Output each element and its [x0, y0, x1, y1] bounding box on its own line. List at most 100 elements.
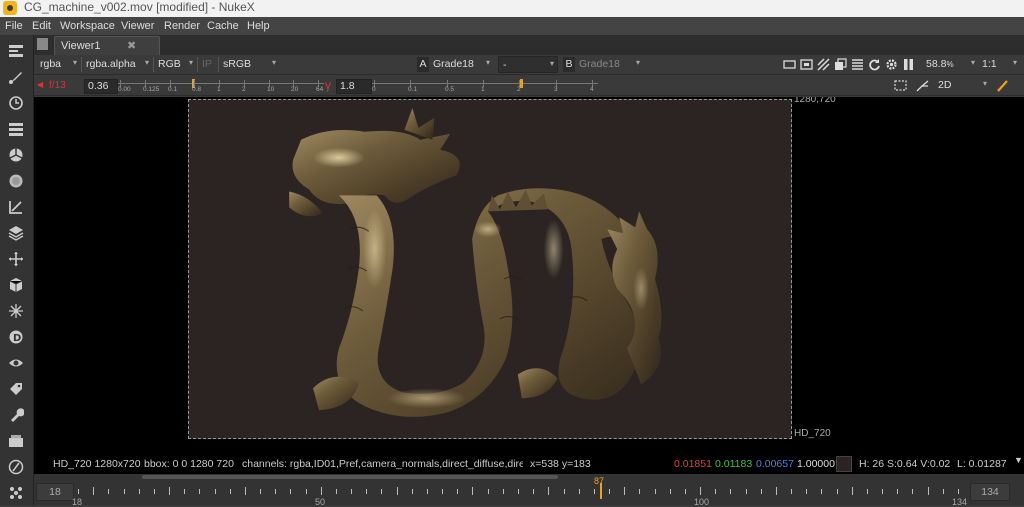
- color-wheel-icon[interactable]: [6, 145, 26, 165]
- menu-edit[interactable]: Edit: [32, 20, 51, 32]
- b-input-dropdown[interactable]: Grade18 ▾: [575, 56, 643, 73]
- alpha-channel-dropdown[interactable]: rgba.alpha ▾: [82, 56, 152, 73]
- timeline-tick: [609, 489, 610, 494]
- current-frame-label: 87: [594, 476, 605, 486]
- alpha-value: 1.00000: [797, 458, 835, 470]
- timeline-tick: [472, 487, 473, 495]
- channels-value: rgba: [40, 58, 62, 70]
- close-tab-icon[interactable]: ✖: [127, 39, 136, 52]
- metadata-tag-icon[interactable]: [6, 379, 26, 399]
- channel-icon[interactable]: [6, 119, 26, 139]
- timeline-tick: [503, 489, 504, 494]
- channels-dropdown[interactable]: rgba ▾: [36, 56, 80, 73]
- view-mode-dropdown[interactable]: 2D ▾: [934, 77, 990, 94]
- roi-icon[interactable]: [783, 58, 796, 71]
- panel-menu-icon[interactable]: [37, 38, 48, 50]
- ip-toggle[interactable]: IP: [198, 56, 218, 73]
- viewer-canvas[interactable]: 1280,720 HD_720: [34, 97, 1024, 454]
- slider-tick-label: 2: [242, 86, 246, 93]
- timeline-tick: [746, 489, 747, 494]
- deep-icon[interactable]: D: [6, 327, 26, 347]
- timeline-tick: [655, 489, 656, 494]
- menu-viewer[interactable]: Viewer: [121, 20, 154, 32]
- timeline-scrollbar[interactable]: [142, 475, 558, 479]
- timeline-tick: [321, 487, 322, 495]
- timeline-tick: [108, 489, 109, 494]
- gamma-slider-track: [372, 83, 598, 84]
- timeline-ruler[interactable]: 18 50 100 134: [72, 487, 967, 507]
- timeline-tick: [776, 487, 777, 495]
- viewer-tab-bar: Viewer1 ✖: [34, 35, 1024, 55]
- green-value: 0.01183: [715, 458, 753, 470]
- timeline-tick: [169, 487, 170, 495]
- proxy-dropdown[interactable]: 1:1 ▾: [978, 56, 1020, 73]
- settings-gear-icon[interactable]: [885, 58, 898, 71]
- info-list-icon[interactable]: [851, 58, 864, 71]
- timeline-tick: [397, 487, 398, 495]
- lut-dropdown[interactable]: sRGB ▾: [219, 56, 279, 73]
- ip-label: IP: [202, 58, 212, 70]
- slider-tick-label: 64: [316, 86, 324, 93]
- display-channels-dropdown[interactable]: RGB ▾: [154, 56, 196, 73]
- timeline-tick: [928, 487, 929, 495]
- views-eye-icon[interactable]: [6, 353, 26, 373]
- timeline-tick: [124, 489, 125, 494]
- gain-input[interactable]: 0.36: [84, 79, 118, 94]
- menu-cache[interactable]: Cache: [207, 20, 239, 32]
- tab-viewer1[interactable]: Viewer1 ✖: [54, 36, 160, 55]
- draw-brush-icon[interactable]: [6, 67, 26, 87]
- menu-file[interactable]: File: [5, 20, 23, 32]
- menu-help[interactable]: Help: [247, 20, 270, 32]
- frame-indicator[interactable]: f/13: [49, 80, 66, 91]
- viewer-controls-row: rgba ▾ rgba.alpha ▾ RGB ▾ IP sRGB ▾ A Grade1…: [34, 55, 1024, 75]
- slider-tick-label: 0.5: [445, 86, 455, 93]
- particles-icon[interactable]: [6, 301, 26, 321]
- region-select-icon[interactable]: [894, 79, 907, 92]
- pause-icon[interactable]: [902, 58, 915, 71]
- previous-frame-icon[interactable]: ◀: [37, 80, 43, 89]
- furnace-icon[interactable]: [6, 457, 26, 477]
- a-input-dropdown[interactable]: Grade18 ▾: [429, 56, 493, 73]
- other-nodes-icon[interactable]: [6, 431, 26, 451]
- timeline-tick: [761, 489, 762, 494]
- axis-icon[interactable]: [916, 79, 929, 92]
- merge-layers-icon[interactable]: [6, 223, 26, 243]
- timeline-tick: [442, 489, 443, 494]
- timeline-tick: [730, 489, 731, 494]
- timeline-tick: [93, 487, 94, 495]
- zebra-icon[interactable]: [817, 58, 830, 71]
- time-clock-icon[interactable]: [6, 93, 26, 113]
- chevron-down-icon: ▾: [970, 58, 975, 67]
- timeline-tick: [670, 489, 671, 494]
- transform-move-icon[interactable]: [6, 249, 26, 269]
- keyer-icon[interactable]: [6, 197, 26, 217]
- 3d-cube-icon[interactable]: [6, 275, 26, 295]
- chevron-down-icon: ▾: [485, 58, 490, 67]
- end-frame-input[interactable]: 134: [970, 483, 1010, 501]
- chevron-down-icon[interactable]: ▼: [1014, 455, 1023, 465]
- gamma-slider[interactable]: 0 0.1 0.5 1 2 3 4: [372, 79, 598, 94]
- menu-workspace[interactable]: Workspace: [60, 20, 115, 32]
- start-frame-input[interactable]: 18: [36, 483, 74, 501]
- plugins-icon[interactable]: [6, 483, 26, 503]
- brush-tool-icon[interactable]: [996, 79, 1009, 92]
- timeline-tick: [912, 489, 913, 494]
- zoom-dropdown[interactable]: 58.8% ▾: [922, 56, 978, 73]
- playhead[interactable]: [600, 483, 602, 499]
- safe-area-icon[interactable]: [800, 58, 813, 71]
- toolsets-wrench-icon[interactable]: [6, 405, 26, 425]
- image-nodes-icon[interactable]: [6, 41, 26, 61]
- menu-render[interactable]: Render: [164, 20, 200, 32]
- gain-slider[interactable]: 0.00 0.125 0.1 0.8 1 2 10 20 64: [118, 79, 324, 94]
- refresh-icon[interactable]: [868, 58, 881, 71]
- compare-operation-dropdown[interactable]: - ▾: [498, 56, 558, 73]
- zoom-number: 58.8: [926, 58, 947, 70]
- tab-label: Viewer1: [61, 40, 101, 52]
- filter-circle-icon[interactable]: [6, 171, 26, 191]
- slider-tick-label: 2: [517, 86, 521, 93]
- overlay-icon[interactable]: [834, 58, 847, 71]
- gamma-input[interactable]: 1.8: [336, 79, 372, 94]
- luminance-info: L: 0.01287: [957, 458, 1007, 470]
- view-mode-value: 2D: [938, 79, 952, 91]
- image-frame[interactable]: [188, 99, 792, 439]
